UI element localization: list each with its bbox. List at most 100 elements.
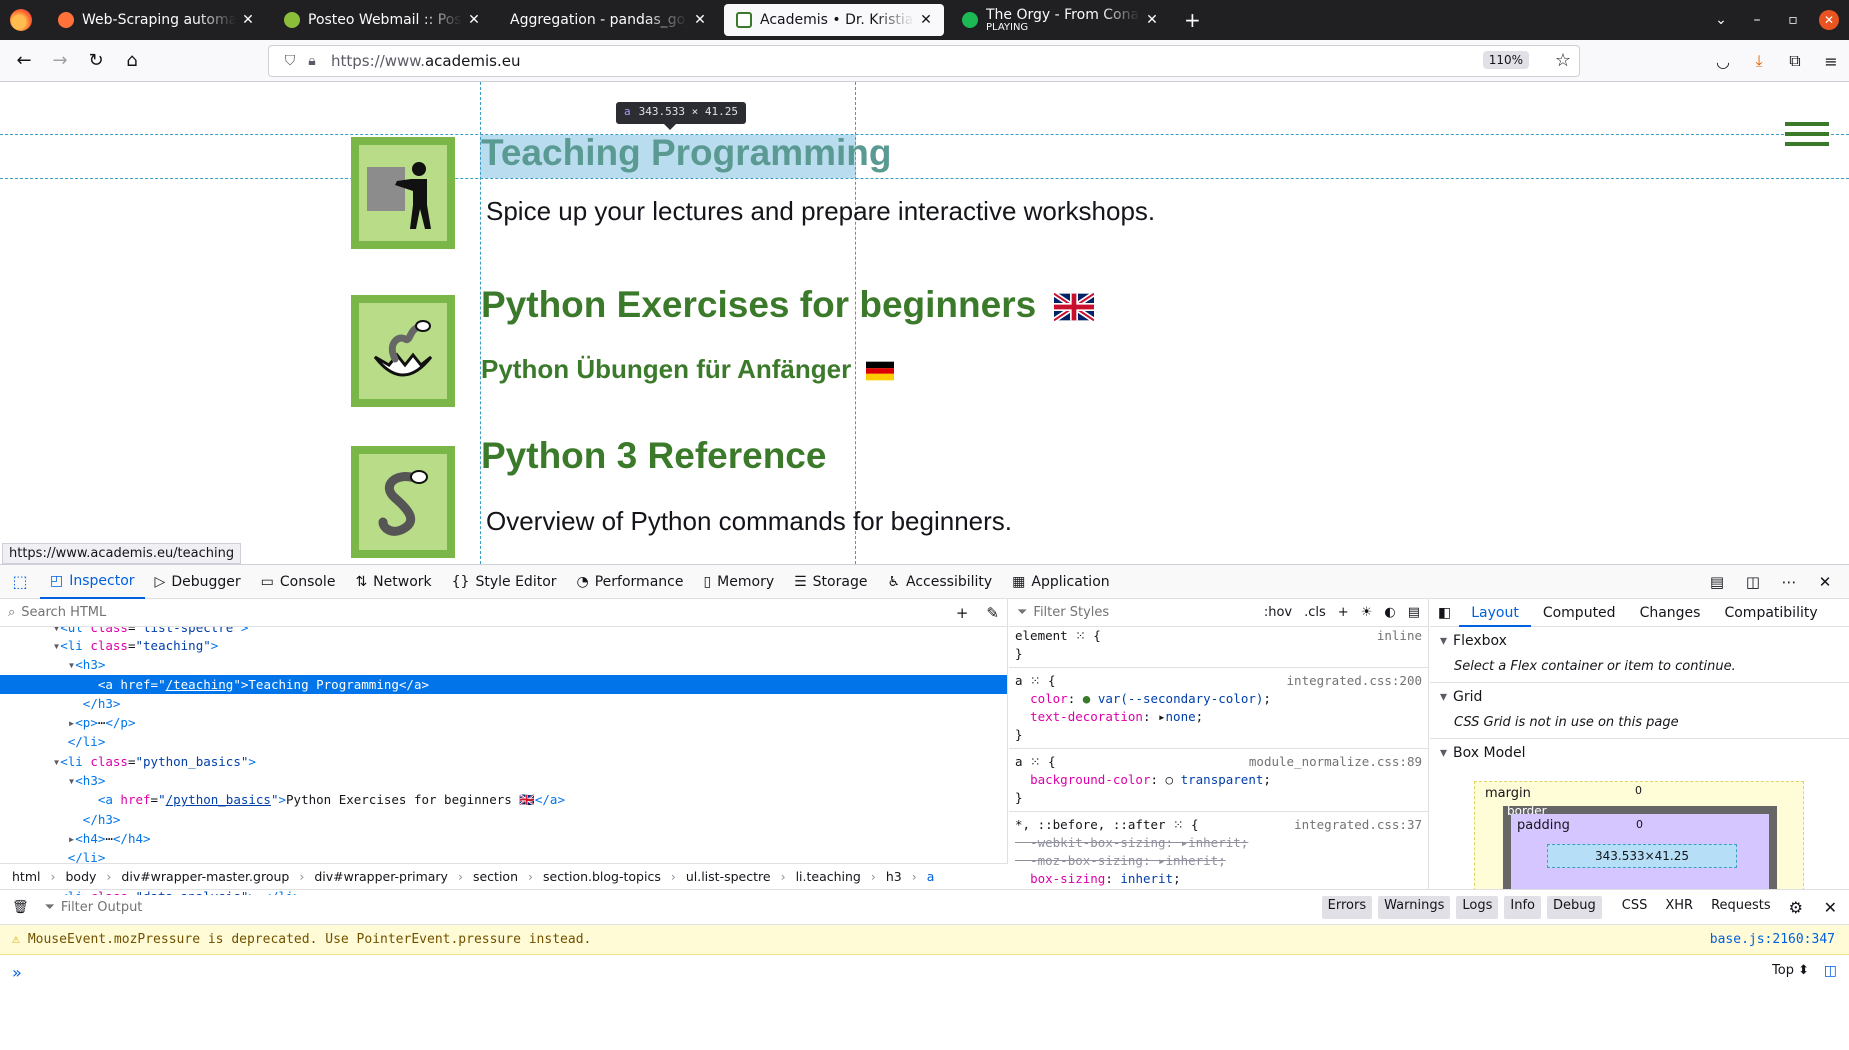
- markup-line-selected[interactable]: <a href="/teaching">Teaching Programming…: [0, 674, 1007, 694]
- tab-application[interactable]: ▦ Application: [1002, 565, 1119, 599]
- markup-line[interactable]: <a href="/python_basics">Python Exercise…: [0, 790, 1007, 809]
- print-media-icon[interactable]: ▤: [1408, 605, 1420, 620]
- box-model-margin-top[interactable]: 0: [1635, 784, 1642, 797]
- tab-computed[interactable]: Computed: [1531, 605, 1628, 621]
- extensions-icon[interactable]: ⧉: [1777, 51, 1813, 71]
- filter-css[interactable]: CSS: [1616, 896, 1654, 919]
- dock-icon[interactable]: ◫: [1735, 573, 1771, 591]
- breadcrumb-item[interactable]: ul.list-spectre: [686, 869, 771, 884]
- rule-selector[interactable]: a ⁙ {integrated.css:200: [1015, 672, 1422, 690]
- rule-declaration[interactable]: background-color: ○ transparent;: [1015, 771, 1422, 789]
- markup-line[interactable]: ▾<li class="teaching">: [0, 636, 1007, 655]
- split-console-icon[interactable]: ▤: [1699, 573, 1735, 591]
- close-icon[interactable]: ✕: [466, 12, 482, 28]
- filter-requests[interactable]: Requests: [1705, 896, 1777, 919]
- context-selector[interactable]: Top ⬍: [1772, 963, 1809, 978]
- markup-line[interactable]: ▾<li class="python_basics">: [0, 752, 1007, 771]
- new-tab-icon[interactable]: +: [1184, 8, 1201, 32]
- browser-tab[interactable]: Aggregation - pandas_go_to ✕: [498, 4, 718, 36]
- url-text[interactable]: https://www.academis.eu: [331, 52, 520, 70]
- grid-section-header[interactable]: ▾ Grid: [1430, 682, 1849, 711]
- forward-icon[interactable]: →: [42, 50, 78, 71]
- bookmark-star-icon[interactable]: ☆: [1555, 50, 1571, 71]
- menu-icon[interactable]: ≡: [1813, 52, 1849, 71]
- add-node-icon[interactable]: +: [956, 604, 969, 622]
- cls-toggle[interactable]: .cls: [1304, 605, 1326, 620]
- rule-selector[interactable]: *, ::before, ::after ⁙ {integrated.css:3…: [1015, 816, 1422, 834]
- list-tabs-icon[interactable]: ⌄: [1703, 12, 1739, 28]
- breadcrumb-item-selected[interactable]: a: [927, 869, 935, 884]
- search-html-input[interactable]: Search HTML: [21, 605, 106, 620]
- rule-source-link[interactable]: integrated.css:200: [1287, 672, 1422, 690]
- topic-title-link[interactable]: Python Exercises for beginners: [481, 284, 1095, 326]
- breadcrumb-item[interactable]: body: [65, 869, 96, 884]
- rule-declaration[interactable]: box-sizing: inherit;: [1015, 870, 1422, 888]
- tab-debugger[interactable]: ▷ Debugger: [145, 565, 251, 599]
- console-settings-icon[interactable]: ⚙: [1783, 896, 1809, 919]
- close-icon[interactable]: ✕: [1144, 12, 1160, 28]
- rule-selector[interactable]: a ⁙ {module_normalize.css:89: [1015, 753, 1422, 771]
- close-devtools-icon[interactable]: ✕: [1807, 573, 1843, 591]
- rule-declaration[interactable]: text-decoration: ▸none;: [1015, 708, 1422, 726]
- editor-mode-icon[interactable]: ◫: [1824, 963, 1837, 979]
- topic-title-link[interactable]: Python 3 Reference: [481, 435, 826, 477]
- tab-console[interactable]: ▭ Console: [251, 565, 346, 599]
- close-icon[interactable]: ✕: [918, 12, 934, 28]
- downloads-icon[interactable]: ⤓: [1741, 51, 1777, 71]
- breadcrumb-item[interactable]: section.blog-topics: [543, 869, 661, 884]
- markup-line[interactable]: </li>: [0, 732, 1007, 751]
- zoom-level[interactable]: 110%: [1482, 51, 1529, 69]
- element-picker-icon[interactable]: ⬚: [0, 572, 40, 591]
- tab-performance[interactable]: ◔ Performance: [567, 565, 694, 599]
- toggle-sidebar-icon[interactable]: ◧: [1430, 605, 1459, 621]
- window-close-icon[interactable]: ✕: [1819, 10, 1839, 30]
- tab-changes[interactable]: Changes: [1628, 605, 1713, 621]
- markup-line[interactable]: </h3>: [0, 694, 1007, 713]
- filter-xhr[interactable]: XHR: [1659, 896, 1699, 919]
- lock-icon[interactable]: 🔒︎: [301, 53, 323, 69]
- breadcrumb-item[interactable]: html: [12, 869, 40, 884]
- markup-line[interactable]: ▸<p>⋯</p>: [0, 713, 1007, 732]
- rule-declaration-overridden[interactable]: -webkit-box-sizing: ▸inherit;: [1015, 834, 1422, 852]
- topic-german-link[interactable]: Python Übungen für Anfänger: [481, 354, 895, 385]
- hov-toggle[interactable]: :hov: [1264, 605, 1292, 620]
- breadcrumb-item[interactable]: section: [473, 869, 518, 884]
- console-input[interactable]: »: [12, 963, 22, 982]
- breadcrumb-item[interactable]: li.teaching: [796, 869, 861, 884]
- filter-warnings[interactable]: Warnings: [1378, 895, 1451, 919]
- breadcrumb-item[interactable]: div#wrapper-primary: [314, 869, 448, 884]
- minimize-icon[interactable]: –: [1739, 12, 1775, 28]
- tab-network[interactable]: ⇅ Network: [345, 565, 441, 599]
- filter-errors[interactable]: Errors: [1321, 895, 1373, 919]
- snake-egg-icon[interactable]: [351, 295, 455, 407]
- back-icon[interactable]: ←: [6, 50, 42, 71]
- filter-output-input[interactable]: Filter Output: [61, 900, 143, 915]
- more-options-icon[interactable]: ⋯: [1771, 573, 1807, 591]
- rule-source-link[interactable]: integrated.css:37: [1294, 816, 1422, 834]
- browser-tab-active[interactable]: Academis • Dr. Kristian Ro ✕: [724, 4, 944, 36]
- box-model-content[interactable]: 343.533×41.25: [1547, 844, 1737, 868]
- clear-console-icon[interactable]: 🗑︎: [12, 900, 29, 915]
- browser-tab[interactable]: Web-Scraping automatisiere ✕: [46, 4, 266, 36]
- filter-styles-input[interactable]: Filter Styles: [1033, 605, 1109, 620]
- tab-style-editor[interactable]: {} Style Editor: [442, 565, 567, 599]
- filter-logs[interactable]: Logs: [1456, 895, 1499, 919]
- browser-tab[interactable]: Posteo Webmail :: Postei ✕: [272, 4, 492, 36]
- breadcrumb-item[interactable]: h3: [886, 869, 902, 884]
- reload-icon[interactable]: ↻: [78, 50, 114, 71]
- markup-line[interactable]: </h3>: [0, 810, 1007, 829]
- tab-layout[interactable]: Layout: [1459, 599, 1531, 627]
- markup-line[interactable]: ▸<h4>⋯</h4>: [0, 829, 1007, 848]
- rule-selector[interactable]: element ⁙ {inline: [1015, 627, 1422, 645]
- rule-declaration[interactable]: color: ● var(--secondary-color);: [1015, 690, 1422, 708]
- breadcrumb-item[interactable]: div#wrapper-master.group: [121, 869, 289, 884]
- box-model-padding-top[interactable]: 0: [1636, 818, 1643, 831]
- warning-source-link[interactable]: base.js:2160:347: [1710, 932, 1835, 947]
- home-icon[interactable]: ⌂: [114, 50, 150, 71]
- markup-line[interactable]: ▾<h3>: [0, 655, 1007, 674]
- tab-inspector[interactable]: ◰ Inspector: [40, 565, 145, 599]
- markup-line[interactable]: ▾<h3>: [0, 771, 1007, 790]
- rule-declaration-overridden[interactable]: -moz-box-sizing: ▸inherit;: [1015, 852, 1422, 870]
- markup-line[interactable]: ▾<ul class="list-spectre">: [0, 627, 1007, 636]
- browser-tab[interactable]: The Orgy - From Conan th PLAYING ✕: [950, 4, 1170, 36]
